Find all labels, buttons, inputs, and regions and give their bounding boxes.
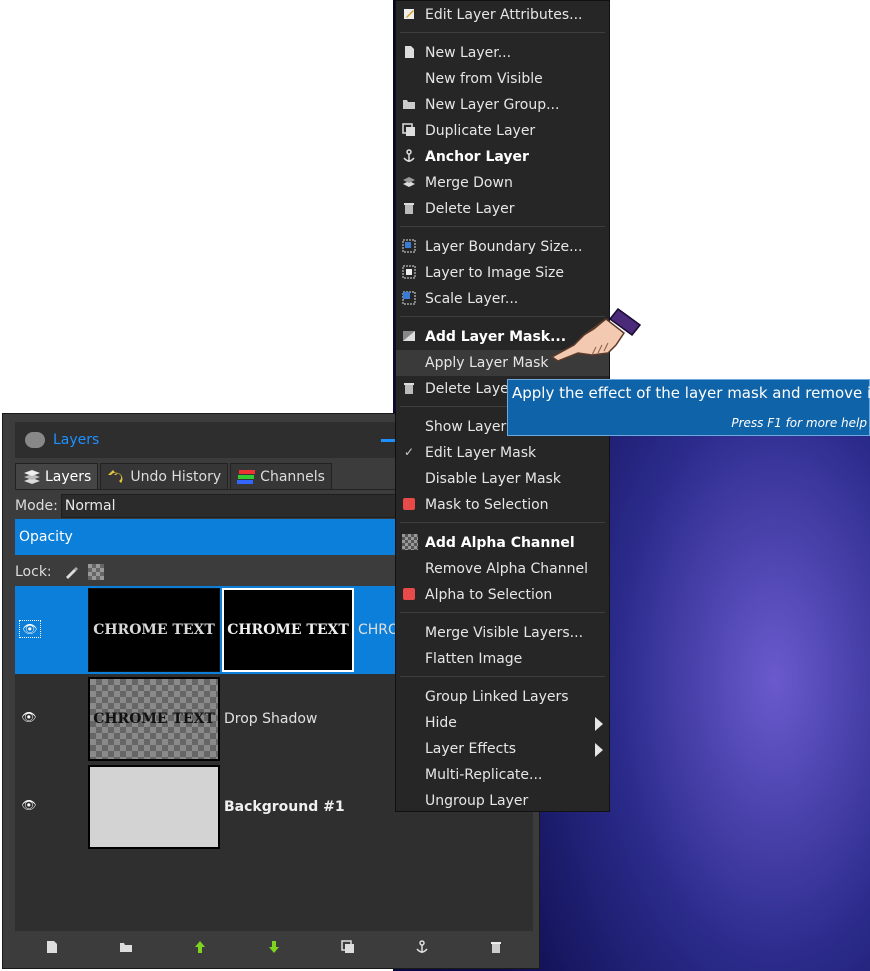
lock-pixels-icon[interactable] xyxy=(64,565,78,579)
tooltip-text: Apply the effect of the layer mask and r… xyxy=(512,384,870,402)
anchor-layer-button[interactable] xyxy=(412,940,432,958)
submenu-arrow-icon xyxy=(595,743,603,757)
menu-item-anchor-layer[interactable]: Anchor Layer xyxy=(396,144,609,170)
blank-area-right xyxy=(610,0,870,380)
menu-item-group-linked-layers[interactable]: Group Linked Layers xyxy=(396,684,609,710)
lock-label: Lock: xyxy=(15,564,52,580)
trash-icon xyxy=(402,201,416,215)
tab-undo-history-label: Undo History xyxy=(130,468,222,485)
tab-undo-history[interactable]: Undo History xyxy=(100,463,229,489)
merge-down-icon xyxy=(402,175,416,189)
tab-layers[interactable]: Layers xyxy=(15,463,99,489)
menu-item-flatten-image[interactable]: Flatten Image xyxy=(396,646,609,672)
menu-item-merge-down[interactable]: Merge Down xyxy=(396,170,609,196)
menu-item-hide[interactable]: Hide xyxy=(396,710,609,736)
menu-separator xyxy=(400,676,605,677)
raise-layer-button[interactable] xyxy=(190,940,210,958)
dock-title: Layers xyxy=(53,432,100,448)
menu-item-new-from-visible[interactable]: New from Visible xyxy=(396,66,609,92)
lower-layer-button[interactable] xyxy=(264,940,284,958)
minimize-icon[interactable] xyxy=(381,439,395,442)
check-icon: ✓ xyxy=(403,445,415,459)
menu-separator xyxy=(400,32,605,33)
menu-item-ungroup-layer[interactable]: Ungroup Layer xyxy=(396,788,609,814)
menu-separator xyxy=(400,522,605,523)
undo-history-icon xyxy=(107,469,127,485)
layer-thumb-text: CHROME TEXT xyxy=(93,622,215,638)
gimp-icon xyxy=(25,432,45,448)
layer-thumbnail[interactable]: CHROME TEXT xyxy=(88,677,220,761)
layer-name[interactable]: Drop Shadow xyxy=(224,711,317,727)
folder-icon xyxy=(402,97,416,111)
red-square-icon xyxy=(402,587,416,601)
add-mask-icon xyxy=(402,329,416,343)
lock-alpha-icon[interactable] xyxy=(87,564,104,580)
anchor-icon xyxy=(402,149,416,163)
mode-label: Mode: xyxy=(15,498,58,514)
duplicate-icon xyxy=(402,123,416,137)
menu-item-layer-boundary-size[interactable]: Layer Boundary Size... xyxy=(396,234,609,260)
menu-item-edit-layer-mask[interactable]: ✓ Edit Layer Mask xyxy=(396,440,609,466)
layer-name[interactable]: Background #1 xyxy=(224,799,345,815)
channels-icon xyxy=(237,469,257,485)
menu-item-layer-to-image-size[interactable]: Layer to Image Size xyxy=(396,260,609,286)
layer-thumbnail[interactable] xyxy=(88,765,220,849)
submenu-arrow-icon xyxy=(595,717,603,731)
menu-item-duplicate-layer[interactable]: Duplicate Layer xyxy=(396,118,609,144)
layer-mask-thumbnail[interactable]: CHROME TEXT xyxy=(222,588,354,672)
trash-icon xyxy=(402,381,416,395)
layers-icon xyxy=(22,469,42,485)
menu-item-layer-effects[interactable]: Layer Effects xyxy=(396,736,609,762)
duplicate-layer-button[interactable] xyxy=(338,940,358,958)
menu-item-alpha-to-selection[interactable]: Alpha to Selection xyxy=(396,582,609,608)
scale-icon xyxy=(402,291,416,305)
new-layer-icon xyxy=(402,45,416,59)
menu-item-new-layer[interactable]: New Layer... xyxy=(396,40,609,66)
to-image-icon xyxy=(402,265,416,279)
delete-layer-button[interactable] xyxy=(486,940,506,958)
menu-item-multi-replicate[interactable]: Multi-Replicate... xyxy=(396,762,609,788)
tab-channels-label: Channels xyxy=(260,468,325,485)
menu-item-merge-visible-layers[interactable]: Merge Visible Layers... xyxy=(396,620,609,646)
menu-separator xyxy=(400,612,605,613)
mask-thumb-text: CHROME TEXT xyxy=(227,622,349,638)
mode-value: Normal xyxy=(64,498,116,514)
layer-name[interactable]: CHRO xyxy=(358,622,399,638)
new-layer-button[interactable] xyxy=(42,940,62,958)
eye-icon[interactable]: 👁 xyxy=(19,797,39,813)
menu-item-remove-alpha-channel[interactable]: Remove Alpha Channel xyxy=(396,556,609,582)
dock-footer xyxy=(15,934,533,964)
tooltip: Apply the effect of the layer mask and r… xyxy=(507,379,870,436)
new-layer-group-button[interactable] xyxy=(116,940,136,958)
pointing-hand-icon xyxy=(548,305,646,369)
opacity-label: Opacity xyxy=(19,529,73,545)
blank-area xyxy=(0,0,393,413)
eye-icon[interactable]: 👁 xyxy=(19,620,41,638)
tooltip-help: Press F1 for more help xyxy=(731,416,867,430)
menu-item-mask-to-selection[interactable]: Mask to Selection xyxy=(396,492,609,518)
menu-item-add-alpha-channel[interactable]: Add Alpha Channel xyxy=(396,530,609,556)
tab-layers-label: Layers xyxy=(45,468,92,485)
menu-item-edit-layer-attributes[interactable]: Edit Layer Attributes... xyxy=(396,2,609,28)
menu-item-new-layer-group[interactable]: New Layer Group... xyxy=(396,92,609,118)
menu-separator xyxy=(400,226,605,227)
boundary-icon xyxy=(402,239,416,253)
eye-icon[interactable]: 👁 xyxy=(19,709,39,725)
menu-item-delete-layer[interactable]: Delete Layer xyxy=(396,196,609,222)
edit-icon xyxy=(402,7,416,21)
menu-item-disable-layer-mask[interactable]: Disable Layer Mask xyxy=(396,466,609,492)
layer-thumb-text: CHROME TEXT xyxy=(93,711,215,727)
red-square-icon xyxy=(402,497,416,511)
checker-icon xyxy=(402,534,418,550)
layer-thumbnail[interactable]: CHROME TEXT xyxy=(88,588,220,672)
tab-channels[interactable]: Channels xyxy=(230,463,332,489)
